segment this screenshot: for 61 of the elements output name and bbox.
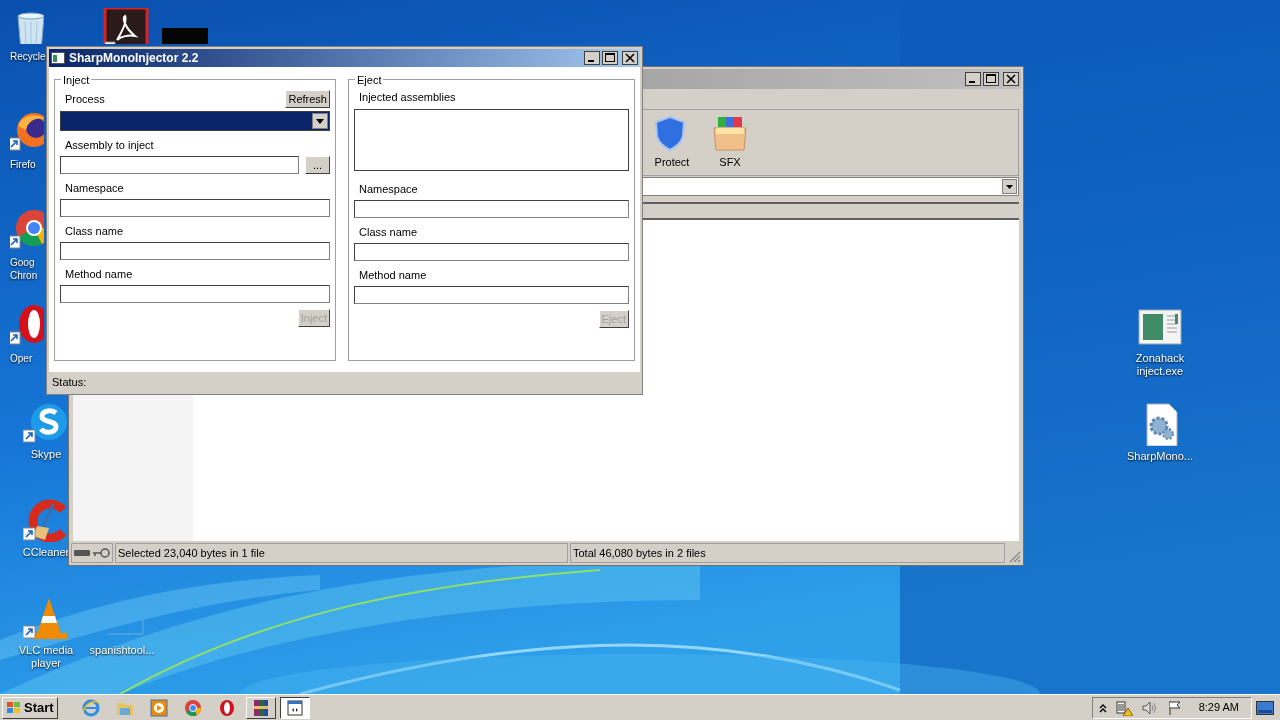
traffic-cone-icon[interactable] [23,596,69,640]
field-label: Process [64,92,105,106]
window-icon [284,697,305,718]
resize-grip-icon [1007,549,1021,563]
input-field[interactable] [354,243,629,261]
field-label: Namespace [64,181,125,195]
icon-label: Firefo [10,158,37,171]
field-label: Injected assemblies [358,90,457,104]
toolbar-button[interactable]: Protect [650,116,694,171]
input-field[interactable] [354,286,629,304]
field-label: Assembly to inject [64,138,155,152]
icon-label: CCleaner [22,546,70,559]
field-label: Class name [64,224,125,238]
clock[interactable]: 8:29 AM [1198,699,1239,716]
input-field[interactable] [60,285,330,303]
taskbar-button[interactable] [279,696,310,719]
minimize-button[interactable] [965,72,981,86]
icon-label: Skype [30,448,62,461]
input-field[interactable] [60,156,299,174]
maximize-button[interactable] [602,51,618,65]
document-app-icon[interactable] [103,8,149,44]
field-label: Namespace [358,182,419,196]
chevron-up-icon[interactable] [1098,702,1107,713]
window-title: SharpMonoInjector 2.2 [69,50,200,67]
show-desktop-icon[interactable] [1256,700,1274,715]
icon-label: spanishtool... [89,644,155,657]
toolbar-button[interactable]: SFX [708,116,752,171]
icon-label: Oper [10,352,34,365]
field-label: Method name [358,268,428,282]
icon-label: Zonahack inject.exe [1134,352,1186,378]
windows-logo-icon [6,700,22,715]
refresh-button[interactable]: Refresh [285,90,330,108]
close-button[interactable] [622,51,638,65]
close-button[interactable] [1003,72,1019,86]
minimize-button[interactable] [584,51,600,65]
drive-icon [74,549,90,557]
assembly-list[interactable] [354,109,629,171]
process-dropdown[interactable] [60,111,330,131]
browser-icon [80,697,101,718]
maximize-button[interactable] [983,72,999,86]
cleaner-app-icon[interactable] [23,498,69,542]
input-field[interactable] [60,199,330,217]
key-icon [92,548,110,558]
input-field[interactable] [60,242,330,260]
start-button[interactable]: Start [2,696,58,719]
box-icon [712,116,748,151]
input-field[interactable] [354,200,629,218]
field-label: Method name [64,267,134,281]
icon-label: Goog Chron [10,256,39,282]
browse-button[interactable]: ... [305,156,330,174]
status-text: Selected 23,040 bytes in 1 file [118,545,265,561]
network-warning-icon[interactable] [1114,699,1133,716]
field-label: Class name [358,225,419,239]
speaker-icon[interactable] [1140,699,1159,716]
status-text: Total 46,080 bytes in 2 files [573,545,706,561]
flag-icon[interactable] [1166,699,1183,716]
icon-label: SharpMono... [1126,450,1193,463]
status-label: Status: [52,374,87,390]
app-icon [51,52,65,64]
icon-label: Recycle [10,50,44,63]
icon-label: VLC media player [17,644,75,670]
